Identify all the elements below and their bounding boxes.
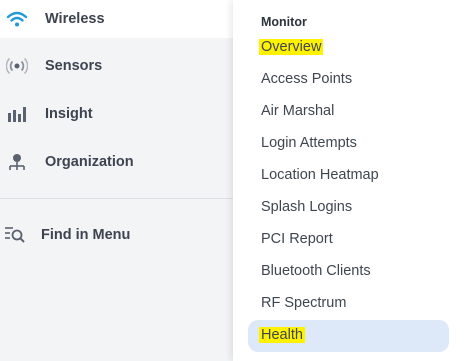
- find-in-menu-button[interactable]: Find in Menu: [0, 216, 235, 254]
- sidebar-item-insight[interactable]: Insight: [0, 95, 235, 133]
- menu-item-splash-logins[interactable]: Splash Logins: [261, 199, 352, 215]
- menu-item-rf-spectrum[interactable]: RF Spectrum: [261, 295, 346, 311]
- menu-item-overview[interactable]: Overview: [259, 39, 324, 55]
- flyout-section-title: Monitor: [261, 15, 307, 29]
- menu-item-health[interactable]: Health: [259, 327, 305, 343]
- sidebar-divider: [0, 198, 235, 199]
- monitor-flyout-menu: Monitor Overview Access Points Air Marsh…: [233, 0, 464, 361]
- menu-item-location-heatmap[interactable]: Location Heatmap: [261, 167, 379, 183]
- search-list-icon: [4, 224, 26, 246]
- menu-item-access-points[interactable]: Access Points: [261, 71, 352, 87]
- sidebar-item-label: Organization: [45, 154, 134, 170]
- bar-chart-icon: [6, 103, 28, 125]
- sidebar-item-organization[interactable]: Organization: [0, 143, 235, 181]
- menu-item-pci-report[interactable]: PCI Report: [261, 231, 333, 247]
- menu-item-label: Health: [259, 327, 305, 343]
- menu-item-login-attempts[interactable]: Login Attempts: [261, 135, 357, 151]
- sidebar-item-sensors[interactable]: Sensors: [0, 47, 235, 85]
- menu-item-label: Overview: [259, 39, 324, 55]
- organization-icon: [6, 151, 28, 173]
- menu-item-air-marshal[interactable]: Air Marshal: [261, 103, 334, 119]
- wifi-icon: [6, 8, 28, 30]
- menu-item-bluetooth-clients[interactable]: Bluetooth Clients: [261, 263, 371, 279]
- sidebar-item-label: Wireless: [45, 11, 105, 27]
- sidebar: Wireless Sensors Insight Organization Fi…: [0, 0, 235, 361]
- sidebar-item-label: Sensors: [45, 58, 103, 74]
- sensor-signal-icon: [6, 55, 28, 77]
- sidebar-item-label: Insight: [45, 106, 93, 122]
- find-in-menu-label: Find in Menu: [41, 227, 131, 243]
- sidebar-item-wireless[interactable]: Wireless: [0, 0, 235, 38]
